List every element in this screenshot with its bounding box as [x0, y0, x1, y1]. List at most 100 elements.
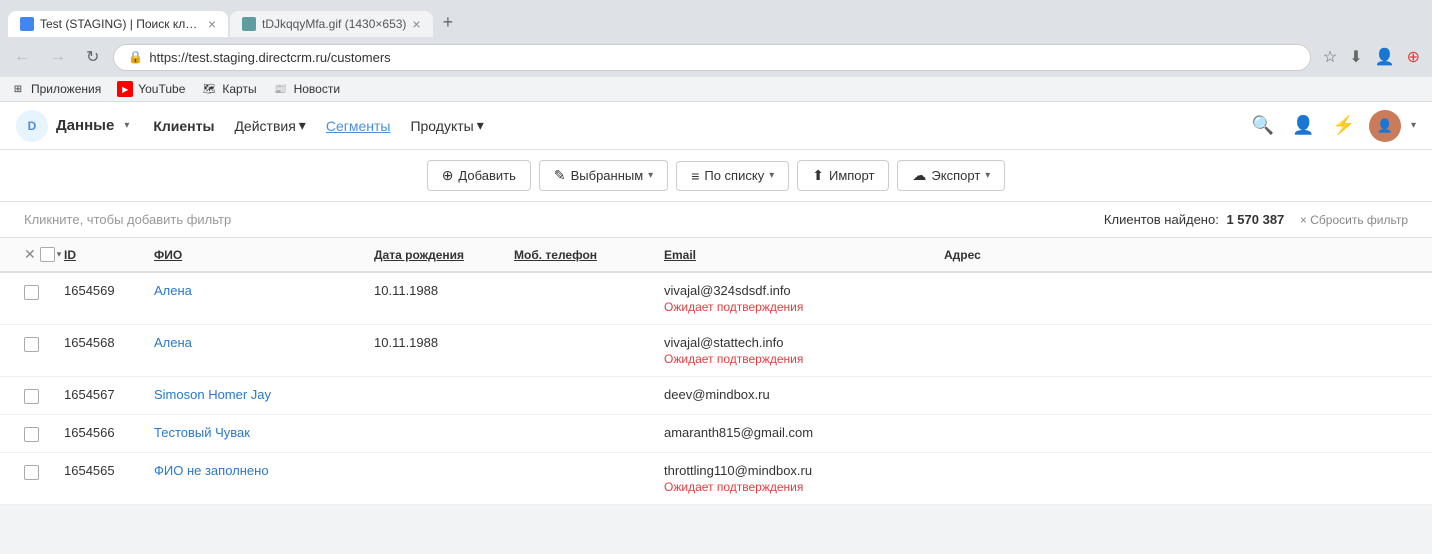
logo-icon: D: [16, 110, 48, 142]
row-id-2: 1654567: [64, 387, 154, 402]
user-profile-button[interactable]: 👤: [1371, 43, 1399, 71]
forward-button[interactable]: →: [44, 44, 72, 70]
col-id-header[interactable]: ID: [64, 248, 154, 262]
bookmark-news-label: Новости: [294, 82, 340, 96]
toolbar-inner: ⊕ Добавить ✎ Выбранным ▾ ≡ По списку ▾ ⬆…: [427, 160, 1006, 191]
apps-icon: ⊞: [10, 81, 26, 97]
row-checkbox-input-1[interactable]: [24, 337, 39, 352]
select-all-checkbox-area[interactable]: ▾: [40, 247, 62, 262]
row-checkbox-1[interactable]: [24, 335, 64, 352]
back-button[interactable]: ←: [8, 44, 36, 70]
row-name-1: Алена: [154, 335, 374, 350]
bookmark-maps-label: Карты: [222, 82, 256, 96]
logo-dropdown-icon: ▾: [124, 120, 129, 131]
import-icon: ⬆: [812, 167, 824, 184]
nav-actions[interactable]: Действия ▾: [234, 117, 305, 134]
row-checkbox-0[interactable]: [24, 283, 64, 300]
bookmark-youtube[interactable]: ▶ YouTube: [117, 81, 185, 97]
add-button[interactable]: ⊕ Добавить: [427, 160, 531, 191]
row-id-1: 1654568: [64, 335, 154, 350]
row-email-4: throttling110@mindbox.ru Ожидает подтвер…: [664, 463, 944, 494]
export-button[interactable]: ☁ Экспорт ▾: [897, 160, 1005, 191]
row-name-link-3[interactable]: Тестовый Чувак: [154, 425, 250, 440]
col-name-header[interactable]: ФИО: [154, 248, 374, 262]
row-checkbox-2[interactable]: [24, 387, 64, 404]
row-checkbox-input-0[interactable]: [24, 285, 39, 300]
row-id-4: 1654565: [64, 463, 154, 478]
youtube-icon: ▶: [117, 81, 133, 97]
tab-1-favicon: [20, 17, 34, 31]
extension-button[interactable]: ⊕: [1403, 43, 1424, 71]
row-id-3: 1654566: [64, 425, 154, 440]
row-dob-0: 10.11.1988: [374, 283, 514, 298]
bookmark-apps-label: Приложения: [31, 82, 101, 96]
row-checkbox-3[interactable]: [24, 425, 64, 442]
avatar[interactable]: 👤: [1369, 110, 1401, 142]
row-name-link-4[interactable]: ФИО не заполнено: [154, 463, 269, 478]
export-dropdown-icon: ▾: [985, 170, 990, 181]
add-icon: ⊕: [442, 167, 454, 184]
row-checkbox-input-4[interactable]: [24, 465, 39, 480]
table-row: 1654566 Тестовый Чувак amaranth815@gmail…: [0, 415, 1432, 453]
address-text: https://test.staging.directcrm.ru/custom…: [149, 50, 1296, 65]
avatar-dropdown-icon[interactable]: ▾: [1411, 120, 1416, 131]
tab-bar: Test (STAGING) | Поиск клие… × tDJkqqyMf…: [8, 8, 1424, 37]
tab-1-close[interactable]: ×: [208, 17, 216, 31]
filter-placeholder[interactable]: Кликните, чтобы добавить фильтр: [24, 212, 231, 227]
user-icon-button[interactable]: 👤: [1288, 111, 1318, 140]
col-email-header[interactable]: Email: [664, 248, 944, 262]
row-checkbox-input-3[interactable]: [24, 427, 39, 442]
lock-icon: 🔒: [128, 50, 143, 64]
address-bar-row: ← → ↻ 🔒 https://test.staging.directcrm.r…: [0, 37, 1432, 77]
row-dob-1: 10.11.1988: [374, 335, 514, 350]
tab-1-title: Test (STAGING) | Поиск клие…: [40, 17, 202, 31]
row-checkbox-4[interactable]: [24, 463, 64, 480]
bookmark-news[interactable]: 📰 Новости: [273, 81, 340, 97]
row-checkbox-input-2[interactable]: [24, 389, 39, 404]
col-phone-header[interactable]: Моб. телефон: [514, 248, 664, 262]
tab-2-close[interactable]: ×: [412, 17, 420, 31]
download-button[interactable]: ⬇: [1345, 43, 1366, 71]
row-name-link-0[interactable]: Алена: [154, 283, 192, 298]
tab-2[interactable]: tDJkqqyMfa.gif (1430×653) ×: [230, 11, 433, 37]
bookmark-apps[interactable]: ⊞ Приложения: [10, 81, 101, 97]
row-name-2: Simoson Homer Jay: [154, 387, 374, 402]
nav-menu: Клиенты Действия ▾ Сегменты Продукты ▾: [153, 117, 1223, 134]
nav-products[interactable]: Продукты ▾: [410, 117, 483, 134]
list-button[interactable]: ≡ По списку ▾: [676, 161, 789, 191]
bookmark-star-button[interactable]: ☆: [1319, 43, 1341, 71]
import-label: Импорт: [829, 168, 874, 183]
reload-button[interactable]: ↻: [80, 43, 105, 71]
maps-icon: 🗺: [201, 81, 217, 97]
new-tab-button[interactable]: +: [435, 8, 462, 37]
selected-button[interactable]: ✎ Выбранным ▾: [539, 160, 668, 191]
list-dropdown-icon: ▾: [769, 170, 774, 181]
notifications-button[interactable]: ⚡: [1329, 111, 1359, 140]
email-status-0: Ожидает подтверждения: [664, 300, 944, 314]
nav-clients[interactable]: Клиенты: [153, 118, 214, 134]
select-all-checkbox[interactable]: [40, 247, 55, 262]
row-name-link-1[interactable]: Алена: [154, 335, 192, 350]
selected-icon: ✎: [554, 167, 566, 184]
table-rows: 1654569 Алена 10.11.1988 vivajal@324sdsd…: [0, 273, 1432, 505]
table-row: 1654565 ФИО не заполнено throttling110@m…: [0, 453, 1432, 505]
import-button[interactable]: ⬆ Импорт: [797, 160, 889, 191]
address-bar[interactable]: 🔒 https://test.staging.directcrm.ru/cust…: [113, 44, 1311, 71]
email-status-4: Ожидает подтверждения: [664, 480, 944, 494]
row-email-1: vivajal@stattech.info Ожидает подтвержде…: [664, 335, 944, 366]
row-email-2: deev@mindbox.ru: [664, 387, 944, 402]
actions-dropdown-icon: ▾: [299, 117, 306, 134]
news-icon: 📰: [273, 81, 289, 97]
deselect-all-icon[interactable]: ✕: [24, 246, 36, 263]
filter-reset-button[interactable]: × Сбросить фильтр: [1300, 213, 1408, 227]
row-name-link-2[interactable]: Simoson Homer Jay: [154, 387, 271, 402]
selected-dropdown-icon: ▾: [648, 170, 653, 181]
logo-area[interactable]: D Данные ▾: [16, 110, 129, 142]
filter-result-area: Клиентов найдено: 1 570 387 × Сбросить ф…: [1104, 212, 1408, 227]
checkbox-dropdown-icon[interactable]: ▾: [57, 249, 62, 260]
nav-segments[interactable]: Сегменты: [326, 118, 391, 134]
col-dob-header[interactable]: Дата рождения: [374, 248, 514, 262]
bookmark-maps[interactable]: 🗺 Карты: [201, 81, 256, 97]
search-button[interactable]: 🔍: [1248, 111, 1278, 140]
tab-1[interactable]: Test (STAGING) | Поиск клие… ×: [8, 11, 228, 37]
